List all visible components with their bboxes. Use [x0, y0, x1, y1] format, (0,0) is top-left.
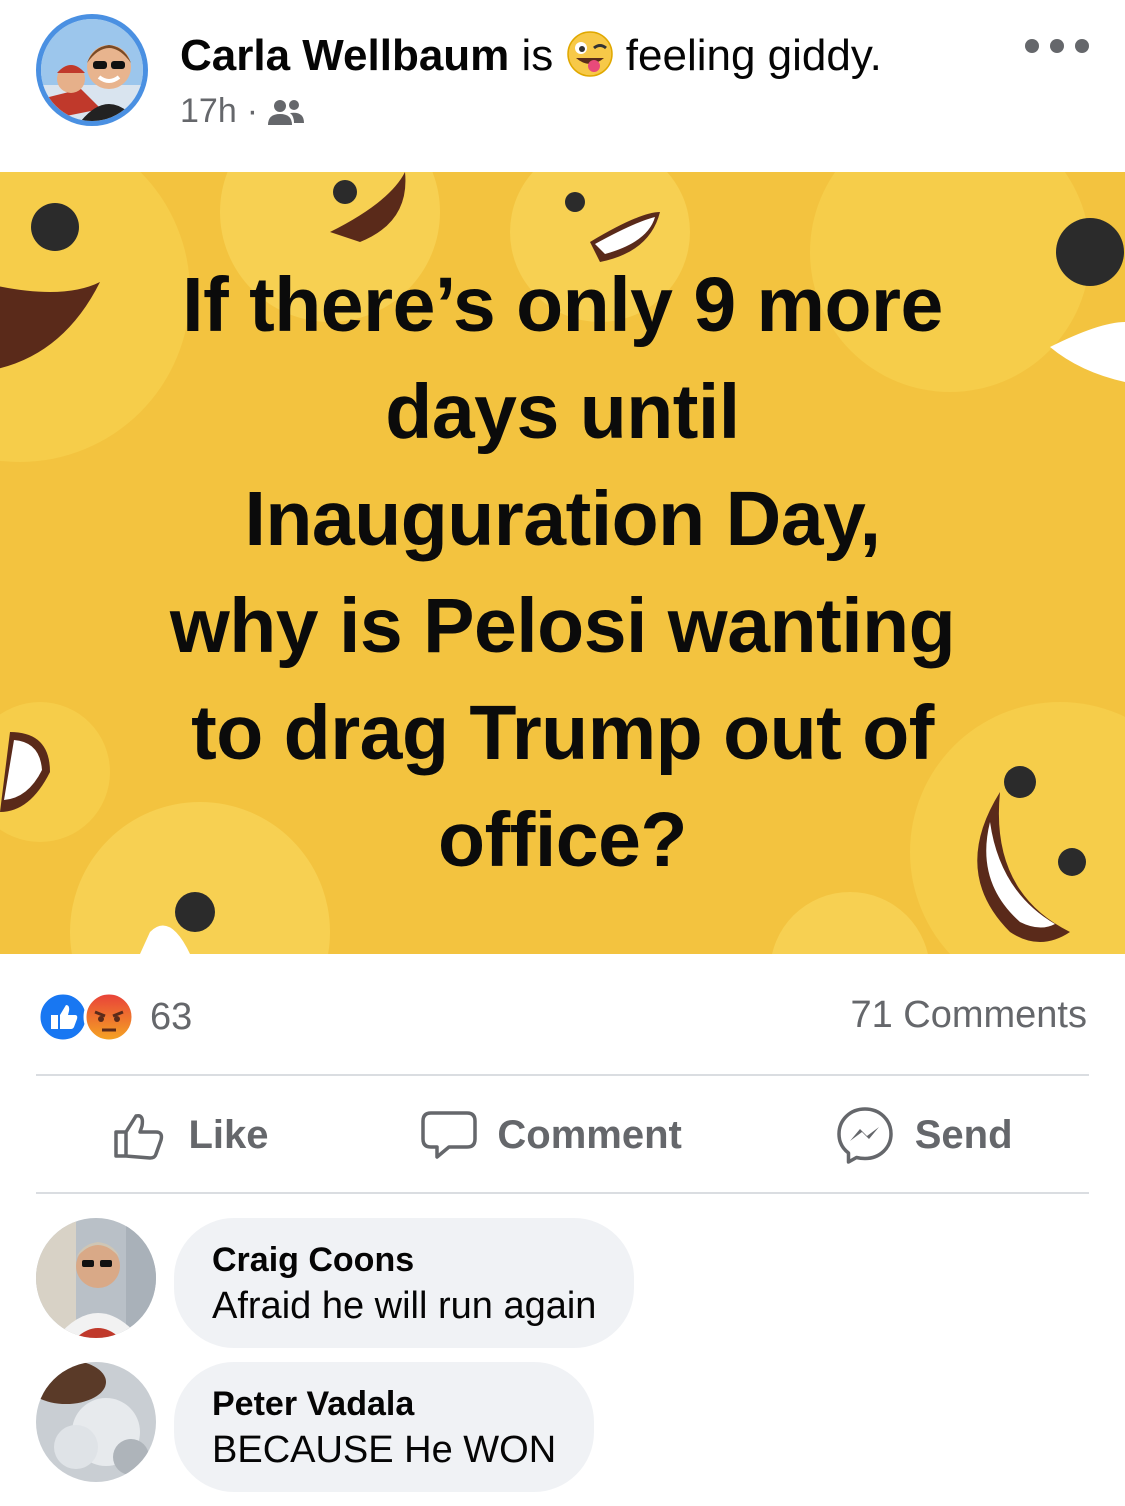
- commenter-avatar[interactable]: [36, 1362, 156, 1482]
- send-button[interactable]: Send: [835, 1105, 1013, 1165]
- comment-label: Comment: [497, 1112, 682, 1157]
- comment-item: Peter Vadala BECAUSE He WON: [36, 1362, 595, 1492]
- post-meta: 17h ·: [180, 92, 305, 131]
- comment-bubble[interactable]: Peter Vadala BECAUSE He WON: [174, 1362, 595, 1492]
- dot-icon: [1025, 39, 1039, 53]
- commenter-name[interactable]: Craig Coons: [212, 1238, 596, 1282]
- more-options-button[interactable]: [1025, 28, 1089, 64]
- author-avatar[interactable]: [36, 14, 148, 126]
- dot-icon: [1075, 39, 1089, 53]
- giddy-emoji-icon: [566, 31, 613, 77]
- divider: [36, 1074, 1089, 1076]
- image-text-line: to drag Trump out of: [191, 690, 934, 776]
- dot-icon: [1050, 39, 1064, 53]
- post-header-line: Carla Wellbaum is feeling giddy.: [180, 28, 882, 84]
- comment-item: Craig Coons Afraid he will run again: [36, 1218, 635, 1348]
- image-text-line: Inauguration Day,: [244, 476, 881, 562]
- friends-icon[interactable]: [268, 97, 305, 127]
- comment-text: Afraid he will run again: [212, 1285, 597, 1327]
- comment-icon: [421, 1111, 478, 1159]
- meta-separator: ·: [246, 92, 259, 130]
- commenter-photo: [36, 1218, 156, 1338]
- reactions-summary[interactable]: 63: [36, 990, 192, 1044]
- image-text-line: If there’s only 9 more: [182, 262, 943, 348]
- thumbs-up-icon: [114, 1113, 164, 1160]
- commenter-photo: [36, 1362, 156, 1482]
- image-text-line: why is Pelosi wanting: [169, 583, 956, 669]
- divider: [36, 1192, 1089, 1194]
- post-image[interactable]: If there’s only 9 more days until Inaugu…: [0, 172, 1125, 954]
- like-label: Like: [188, 1112, 269, 1157]
- author-name[interactable]: Carla Wellbaum: [180, 31, 509, 80]
- like-button[interactable]: Like: [112, 1110, 268, 1160]
- comment-text: BECAUSE He WON: [212, 1429, 557, 1471]
- angry-reaction-icon: [83, 991, 135, 1043]
- author-photo: [41, 19, 143, 121]
- comment-button[interactable]: Comment: [421, 1109, 682, 1161]
- comments-count[interactable]: 71 Comments: [850, 994, 1087, 1037]
- timestamp[interactable]: 17h: [180, 92, 237, 131]
- activity-text: feeling giddy.: [625, 31, 882, 80]
- send-label: Send: [914, 1112, 1013, 1157]
- comment-bubble[interactable]: Craig Coons Afraid he will run again: [174, 1218, 635, 1348]
- image-text-line: days until: [385, 369, 740, 455]
- post-image-text: If there’s only 9 more days until Inaugu…: [40, 252, 1085, 894]
- messenger-icon: [836, 1107, 893, 1164]
- activity-prefix: is: [521, 31, 554, 80]
- commenter-avatar[interactable]: [36, 1218, 156, 1338]
- image-text-line: office?: [438, 797, 687, 883]
- action-bar: Like Comment Send: [36, 1078, 1089, 1192]
- reaction-count: 63: [150, 995, 193, 1038]
- commenter-name[interactable]: Peter Vadala: [212, 1382, 556, 1426]
